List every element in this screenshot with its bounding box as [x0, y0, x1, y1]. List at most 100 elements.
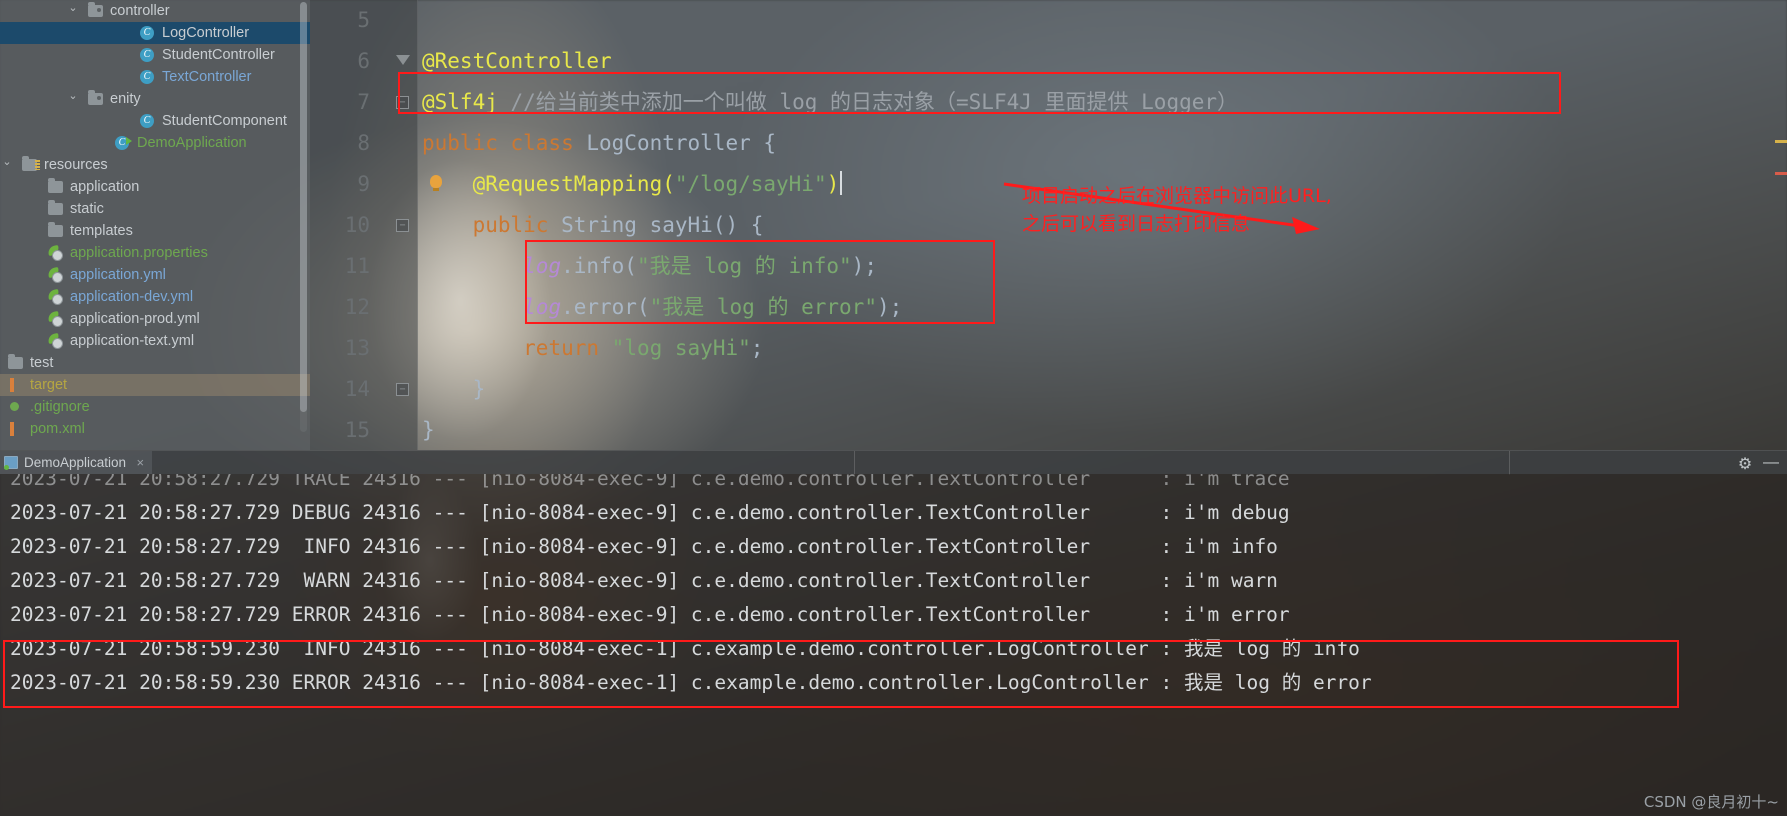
console-log-line: 2023-07-21 20:58:27.729 INFO 24316 --- [… [10, 535, 1278, 558]
java-class-icon: C [140, 66, 157, 88]
fold-collapse-icon[interactable]: − [396, 96, 409, 109]
tree-item-demoapplication[interactable]: C DemoApplication [0, 132, 310, 154]
code-token: "我是 log 的 error" [649, 295, 877, 319]
console-log-line: 2023-07-21 20:58:27.729 TRACE 24316 --- … [10, 474, 1290, 490]
tree-item-label: application-prod.yml [70, 311, 200, 327]
console-tab-demoapplication[interactable]: DemoApplication × [0, 451, 153, 475]
tree-item-application-text-yml[interactable]: application-text.yml [0, 330, 310, 352]
scrollbar-thumb[interactable] [300, 2, 307, 412]
fold-collapse-icon[interactable]: − [396, 383, 409, 396]
run-console-panel[interactable]: DemoApplication × ⚙ — 2023-07-21 20:58:2… [0, 450, 1787, 816]
fold-collapse-icon[interactable] [396, 55, 410, 65]
line-number: 11 [344, 254, 370, 278]
tree-item-application-prod-yml[interactable]: application-prod.yml [0, 308, 310, 330]
code-token: LogController [586, 131, 764, 155]
code-line-13[interactable]: 13 return "log sayHi"; [310, 328, 1787, 369]
code-editor[interactable]: 5 6 @RestController 7− @Slf4j //给当前类中添加一个叫做 … [310, 0, 1787, 450]
console-output[interactable]: 2023-07-21 20:58:27.729 TRACE 24316 --- … [0, 474, 1787, 816]
code-line-11[interactable]: 11 log.info("我是 log 的 info"); [310, 246, 1787, 287]
text-caret [840, 171, 843, 195]
folder-icon [8, 352, 25, 374]
code-line-12[interactable]: 12 log.error("我是 log 的 error"); [310, 287, 1787, 328]
code-text: log.info("我是 log 的 info"); [422, 246, 877, 287]
code-token: return [523, 336, 612, 360]
tree-item-label: application-dev.yml [70, 289, 194, 305]
java-class-icon: C [140, 110, 157, 132]
tree-item-target[interactable]: target [0, 374, 310, 396]
tree-item-application[interactable]: application [0, 176, 310, 198]
marker-green-icon [8, 396, 25, 418]
tree-item-label: application-text.yml [70, 333, 195, 349]
tree-item-templates[interactable]: templates [0, 220, 310, 242]
console-log-line: 2023-07-21 20:58:27.729 ERROR 24316 --- … [10, 603, 1290, 626]
code-line-6[interactable]: 6 @RestController [310, 41, 1787, 82]
spring-leaf-icon [48, 264, 65, 286]
tree-item-label: LogController [162, 25, 250, 41]
folder-resources-icon [22, 154, 40, 176]
line-number: 7 [357, 90, 370, 114]
code-text: } [422, 369, 486, 410]
code-line-14[interactable]: 14 − } [310, 369, 1787, 410]
folder-icon [48, 198, 65, 220]
annotation-note-line2: 之后可以看到日志打印信息 [1022, 213, 1251, 235]
tree-item-test[interactable]: test [0, 352, 310, 374]
tree-item-application-properties[interactable]: application.properties [0, 242, 310, 264]
minimize-icon[interactable]: — [1761, 454, 1781, 472]
code-line-15[interactable]: 15} [310, 410, 1787, 450]
tab-guide-1 [854, 451, 855, 475]
tree-item-application-yml[interactable]: application.yml [0, 264, 310, 286]
line-number: 14 [344, 377, 370, 401]
tree-item-pom-xml[interactable]: pom.xml [0, 418, 310, 440]
code-line-5[interactable]: 5 [310, 0, 1787, 41]
spring-leaf-icon [48, 286, 65, 308]
gear-icon[interactable]: ⚙ [1735, 454, 1755, 474]
code-token: @RestController [422, 49, 612, 73]
line-number: 10 [344, 213, 370, 237]
code-token: ( [662, 172, 675, 196]
code-token: "我是 log 的 info" [636, 254, 852, 278]
fold-collapse-icon[interactable]: − [396, 219, 409, 232]
code-token: { [763, 131, 777, 155]
code-line-8[interactable]: 8 public class LogController { [310, 123, 1787, 164]
tree-item-studentcontroller[interactable]: C StudentController [0, 44, 310, 66]
code-token: public [472, 213, 562, 237]
tree-item-label: test [30, 355, 54, 371]
tree-item-static[interactable]: static [0, 198, 310, 220]
close-icon[interactable]: × [136, 451, 144, 475]
code-text: return "log sayHi"; [422, 328, 763, 369]
code-token: () { [712, 213, 764, 237]
tree-item-controller[interactable]: ⌄ controller [0, 0, 310, 22]
chevron-down-icon[interactable]: ⌄ [66, 88, 80, 104]
tree-item-studentcomponent[interactable]: C StudentComponent [0, 110, 310, 132]
code-token: log [523, 254, 562, 278]
tree-item-label: static [70, 201, 104, 217]
code-line-7[interactable]: 7 − @Slf4j //给当前类中添加一个叫做 log 的日志对象（=SLF4J … [310, 82, 1787, 123]
console-log-line: 2023-07-21 20:58:27.729 DEBUG 24316 --- … [10, 501, 1290, 524]
code-token: log [523, 295, 562, 319]
tab-guide-2 [1509, 451, 1510, 475]
tree-item-application-dev-yml[interactable]: application-dev.yml [0, 286, 310, 308]
code-token: .info( [561, 254, 637, 278]
tree-item-gitignore[interactable]: .gitignore [0, 396, 310, 418]
chevron-down-icon[interactable]: ⌄ [0, 154, 14, 170]
console-tab-bar[interactable]: DemoApplication × ⚙ — [0, 450, 1787, 475]
code-token: sayHi [649, 213, 713, 237]
tree-item-enity[interactable]: ⌄ enity [0, 88, 310, 110]
tree-item-resources[interactable]: ⌄ resources [0, 154, 310, 176]
tree-item-logcontroller[interactable]: C LogController [0, 22, 310, 44]
code-token: @Slf4j [422, 90, 498, 114]
project-tree-scrollbar[interactable] [300, 2, 307, 432]
project-tree-panel: ⌄ controller C LogController C StudentControl… [0, 0, 310, 450]
code-token: //给当前类中添加一个叫做 log 的日志对象（=SLF4J 里面提供 Logg… [510, 90, 1239, 114]
marker-error [1775, 172, 1787, 175]
spring-leaf-icon [48, 242, 65, 264]
tree-item-textcontroller[interactable]: C TextController [0, 66, 310, 88]
chevron-down-icon[interactable]: ⌄ [66, 0, 80, 16]
tree-item-label: .gitignore [30, 399, 90, 415]
annotation-note-line1: 项目启动之后在浏览器中访问此URL, [1022, 185, 1332, 207]
line-number: 8 [357, 131, 370, 155]
